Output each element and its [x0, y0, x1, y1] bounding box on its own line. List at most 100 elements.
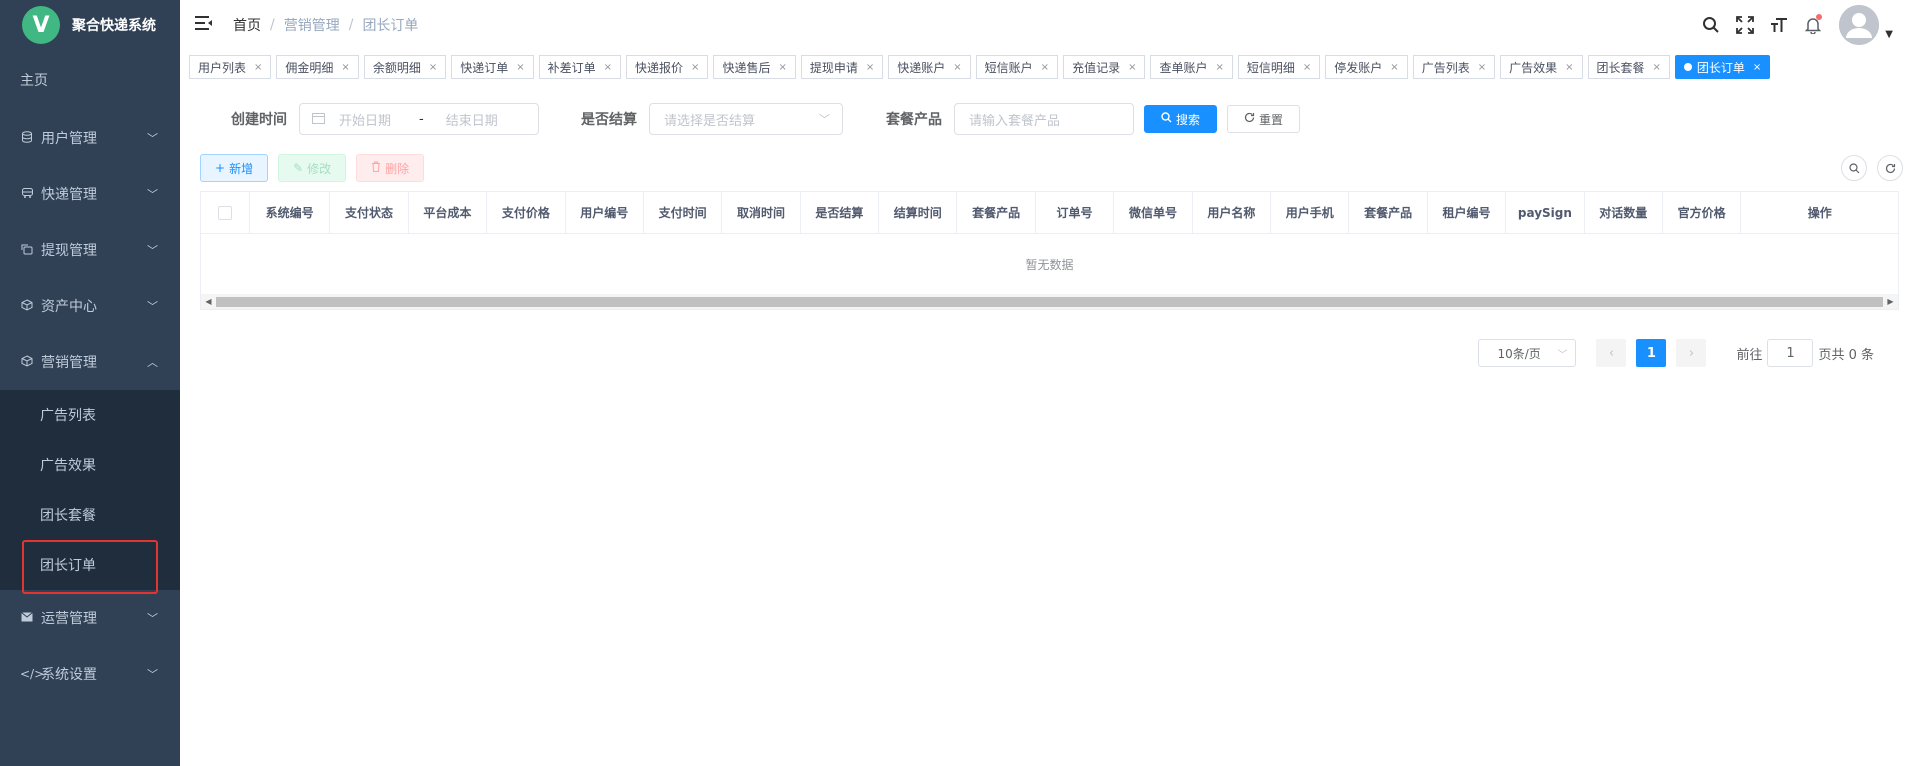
search-button[interactable]: 搜索: [1144, 105, 1217, 133]
sidebar-item-label: 营销管理: [41, 355, 97, 371]
created-time-label: 创建时间: [231, 112, 287, 128]
product-input[interactable]: 请输入套餐产品: [954, 103, 1134, 135]
avatar[interactable]: [1839, 5, 1880, 45]
close-icon[interactable]: ×: [516, 62, 524, 73]
fullscreen-icon[interactable]: [1731, 16, 1759, 34]
close-icon[interactable]: ×: [1041, 62, 1049, 73]
scroll-left-icon[interactable]: ◀: [201, 297, 216, 306]
code-icon: </>: [20, 667, 45, 681]
prev-page-button[interactable]: ‹: [1596, 339, 1627, 367]
scroll-right-icon[interactable]: ▶: [1883, 297, 1898, 306]
sidebar-item-leader-package[interactable]: 团长套餐: [0, 490, 180, 540]
tag-item[interactable]: 广告列表 ×: [1412, 55, 1496, 79]
tag-item[interactable]: 团长套餐 ×: [1587, 55, 1670, 79]
end-date-input[interactable]: 结束日期: [446, 110, 498, 129]
close-icon[interactable]: ×: [691, 62, 699, 73]
tag-label: 查单账户: [1159, 60, 1208, 75]
tag-item[interactable]: 快递账户 ×: [888, 55, 971, 79]
tag-label: 补差订单: [547, 60, 596, 75]
caret-down-icon[interactable]: ▼: [1885, 29, 1893, 40]
column-header: 订单号: [1036, 192, 1115, 233]
start-date-input[interactable]: 开始日期: [339, 110, 391, 129]
search-icon[interactable]: [1697, 16, 1725, 34]
close-icon[interactable]: ×: [953, 62, 961, 73]
reset-button-label: 重置: [1258, 112, 1283, 127]
close-icon[interactable]: ×: [1390, 62, 1398, 73]
sidebar-item-withdraw-management[interactable]: 提现管理 ﹀: [0, 222, 180, 278]
horizontal-scrollbar[interactable]: ◀ ▶: [201, 294, 1898, 309]
add-button-label: 新增: [229, 161, 254, 176]
refresh-button[interactable]: [1877, 155, 1903, 181]
close-icon[interactable]: ×: [1565, 62, 1573, 73]
tag-item[interactable]: 佣金明细 ×: [276, 55, 359, 79]
column-header: 支付时间: [644, 192, 723, 233]
chevron-up-icon: ︿: [147, 356, 158, 369]
sidebar-item-system-settings[interactable]: </> 系统设置 ﹀: [0, 646, 180, 702]
sidebar-item-operations-management[interactable]: 运营管理 ﹀: [0, 590, 180, 646]
close-icon[interactable]: ×: [1753, 62, 1761, 73]
tag-item[interactable]: 停发账户 ×: [1325, 55, 1408, 79]
tag-item[interactable]: 短信明细 ×: [1237, 55, 1321, 79]
close-icon[interactable]: ×: [429, 62, 437, 73]
tag-item[interactable]: 广告效果 ×: [1500, 55, 1583, 79]
close-icon[interactable]: ×: [778, 62, 786, 73]
goto-page-input[interactable]: 1: [1767, 339, 1814, 367]
tag-item[interactable]: 充值记录 ×: [1063, 55, 1146, 79]
tag-item[interactable]: 用户列表 ×: [189, 55, 272, 79]
close-icon[interactable]: ×: [254, 62, 262, 73]
scrollbar-thumb[interactable]: [216, 296, 1883, 307]
range-separator: -: [419, 111, 424, 127]
close-icon[interactable]: ×: [1215, 62, 1223, 73]
close-icon[interactable]: ×: [341, 62, 349, 73]
page-number-current[interactable]: 1: [1636, 339, 1667, 367]
column-header: 用户编号: [566, 192, 644, 233]
sidebar-item-ad-effect[interactable]: 广告效果: [0, 440, 180, 490]
sidebar-item-marketing-management[interactable]: 营销管理 ︿: [0, 334, 180, 390]
notification-dot: [1816, 14, 1823, 20]
tag-item[interactable]: 查单账户 ×: [1150, 55, 1233, 79]
edit-button[interactable]: ✎ 修改: [278, 154, 347, 182]
delete-button[interactable]: 删除: [356, 154, 425, 182]
sidebar-item-home[interactable]: 主页: [0, 50, 180, 110]
date-range-picker[interactable]: 开始日期 - 结束日期: [299, 103, 539, 135]
settled-select[interactable]: 请选择是否结算 ﹀: [649, 103, 843, 135]
close-icon[interactable]: ×: [1128, 62, 1136, 73]
logo[interactable]: V 聚合快递系统: [0, 0, 180, 50]
hamburger-icon[interactable]: [195, 15, 219, 36]
sidebar-item-label: 广告效果: [40, 458, 96, 474]
sidebar-item-asset-center[interactable]: 资产中心 ﹀: [0, 278, 180, 334]
bell-icon[interactable]: [1799, 14, 1827, 34]
table-toolbar: + 新增 ✎ 修改 删除: [200, 154, 434, 182]
select-all-checkbox[interactable]: [218, 205, 232, 220]
sidebar-item-express-management[interactable]: 快递管理 ﹀: [0, 166, 180, 222]
page-size-select[interactable]: 10条/页 ﹀: [1478, 339, 1577, 367]
chevron-down-icon: ﹀: [147, 132, 158, 145]
tag-label: 佣金明细: [285, 60, 334, 75]
tag-item[interactable]: 余额明细 ×: [363, 55, 447, 79]
sidebar-item-label: 用户管理: [41, 131, 97, 147]
tag-item[interactable]: 快递报价 ×: [626, 55, 709, 79]
tag-item[interactable]: 短信账户 ×: [975, 55, 1059, 79]
close-icon[interactable]: ×: [604, 62, 612, 73]
close-icon[interactable]: ×: [866, 62, 874, 73]
tag-item[interactable]: 提现申请 ×: [800, 55, 884, 79]
tag-item[interactable]: 快递售后 ×: [713, 55, 796, 79]
tag-item-active[interactable]: 团长订单 ×: [1674, 55, 1771, 79]
next-page-button[interactable]: ›: [1676, 339, 1707, 367]
close-icon[interactable]: ×: [1478, 62, 1486, 73]
column-header: 操作: [1807, 206, 1832, 220]
toggle-search-button[interactable]: [1841, 155, 1867, 181]
sidebar-item-ad-list[interactable]: 广告列表: [0, 390, 180, 440]
close-icon[interactable]: ×: [1653, 62, 1661, 73]
tag-item[interactable]: 补差订单 ×: [538, 55, 622, 79]
sidebar-item-user-management[interactable]: 用户管理 ﹀: [0, 110, 180, 166]
font-size-icon[interactable]: [1765, 16, 1793, 34]
sidebar-item-label: 团长套餐: [40, 508, 96, 524]
chevron-down-icon: ﹀: [819, 113, 830, 126]
breadcrumb-home[interactable]: 首页: [233, 15, 261, 35]
tag-label: 快递报价: [635, 60, 684, 75]
reset-button[interactable]: 重置: [1227, 105, 1300, 133]
tag-item[interactable]: 快递订单 ×: [451, 55, 534, 79]
close-icon[interactable]: ×: [1303, 62, 1311, 73]
add-button[interactable]: + 新增: [200, 154, 269, 182]
